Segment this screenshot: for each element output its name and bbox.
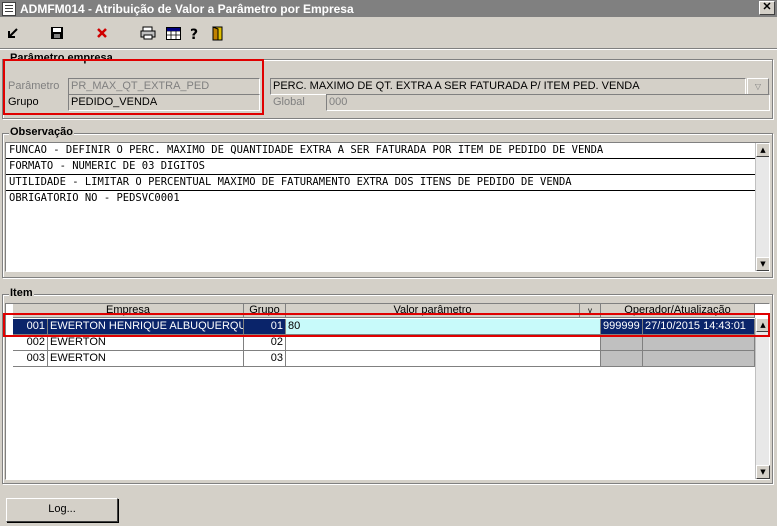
row-2-codigo[interactable]: 002	[13, 335, 48, 351]
row-2-empresa[interactable]: EWERTON	[48, 335, 244, 351]
observacao-line: FUNCAO - DEFINIR O PERC. MAXIMO DE QUANT…	[6, 143, 755, 159]
row-3-atualizacao	[643, 351, 755, 367]
row-2-operador	[601, 335, 643, 351]
item-grid-scrollbar[interactable]: ▲ ▼	[755, 318, 770, 479]
toolbar: ?	[0, 19, 777, 47]
scroll-down-icon[interactable]: ▼	[756, 257, 769, 271]
row-3-grupo[interactable]: 03	[244, 351, 286, 367]
observacao-scrollbar[interactable]: ▲ ▼	[755, 143, 769, 271]
log-button[interactable]: Log...	[6, 498, 118, 522]
descricao-dropdown-button[interactable]: ▽	[747, 78, 769, 95]
scroll-up-icon[interactable]: ▲	[756, 143, 769, 157]
row-2-valor-input[interactable]	[286, 335, 601, 351]
help-icon[interactable]: ?	[186, 24, 204, 42]
observacao-legend: Observação	[9, 126, 74, 138]
row-3-empresa[interactable]: EWERTON	[48, 351, 244, 367]
observacao-textarea[interactable]: FUNCAO - DEFINIR O PERC. MAXIMO DE QUANT…	[5, 142, 770, 272]
door-icon[interactable]	[209, 24, 227, 42]
global-label: Global	[273, 96, 305, 108]
descricao-field: PERC. MAXIMO DE QT. EXTRA A SER FATURADA…	[270, 78, 746, 95]
observacao-line: UTILIDADE - LIMITAR O PERCENTUAL MAXIMO …	[6, 175, 755, 191]
row-3-operador	[601, 351, 643, 367]
title-bar: ADMFM014 - Atribuição de Valor a Parâmet…	[0, 0, 777, 17]
global-field: 000	[326, 94, 770, 111]
parametro-highlight-box	[3, 59, 264, 115]
save-icon[interactable]	[48, 24, 66, 42]
row-highlight-box	[3, 313, 770, 337]
row-2-grupo[interactable]: 02	[244, 335, 286, 351]
print-icon[interactable]	[139, 24, 157, 42]
row-3-codigo[interactable]: 003	[13, 351, 48, 367]
row-3-valor-input[interactable]	[286, 351, 601, 367]
table-icon[interactable]	[164, 24, 182, 42]
window-title: ADMFM014 - Atribuição de Valor a Parâmet…	[20, 1, 354, 16]
app-icon	[2, 1, 16, 16]
delete-icon[interactable]	[93, 24, 111, 42]
toolbar-separator	[0, 48, 777, 50]
observacao-line: FORMATO - NUMERIC DE 03 DIGITOS	[6, 159, 755, 175]
row-2-atualizacao	[643, 335, 755, 351]
item-legend: Item	[9, 287, 34, 299]
close-button[interactable]: ✕	[759, 1, 775, 15]
observacao-line: OBRIGATORIO NO - PEDSVC0001	[6, 191, 755, 207]
svg-text:?: ?	[190, 27, 198, 41]
scroll-down-icon[interactable]: ▼	[756, 465, 770, 479]
exit-icon[interactable]	[4, 24, 22, 42]
